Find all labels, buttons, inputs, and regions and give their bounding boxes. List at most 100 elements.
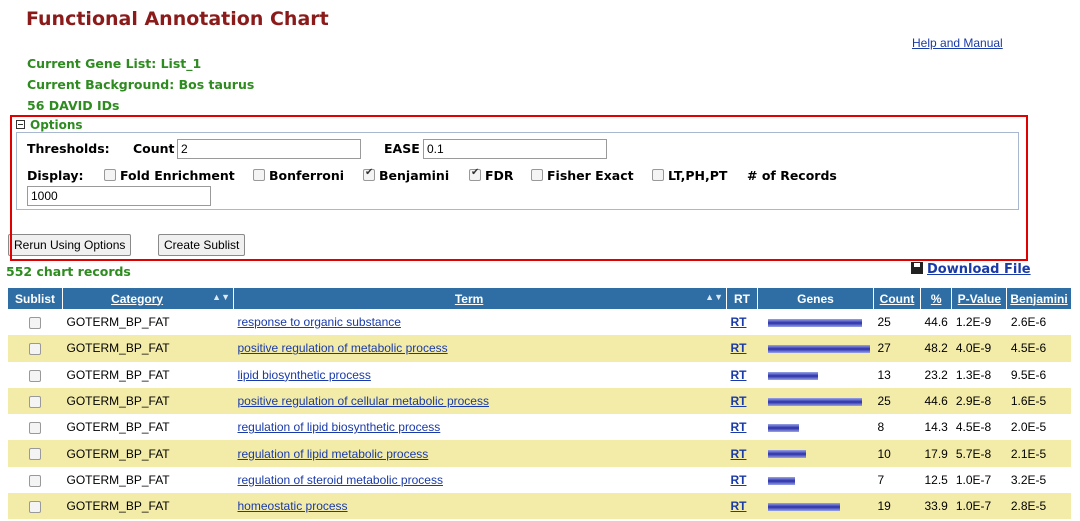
- fold-enrichment-label: Fold Enrichment: [120, 168, 235, 183]
- row-select-checkbox[interactable]: [29, 474, 42, 487]
- row-benjamini: 2.6E-6: [1010, 315, 1047, 330]
- genes-bar[interactable]: [767, 371, 818, 380]
- header-count[interactable]: Count: [873, 288, 921, 309]
- row-percent: 44.6: [924, 315, 948, 330]
- row-count: 27: [873, 335, 921, 362]
- benjamini-checkbox[interactable]: [363, 167, 375, 181]
- header-percent[interactable]: %: [920, 288, 953, 309]
- download-file-link[interactable]: Download File: [911, 262, 1031, 277]
- header-term[interactable]: Term ▲▼: [233, 288, 727, 309]
- term-link[interactable]: positive regulation of metabolic process: [238, 341, 448, 355]
- term-link[interactable]: regulation of steroid metabolic process: [238, 473, 443, 487]
- row-category: GOTERM_BP_FAT: [62, 335, 234, 362]
- row-count: 19: [873, 493, 921, 520]
- row-percent: 33.9: [920, 493, 952, 520]
- row-pvalue: 2.9E-8: [951, 387, 1007, 415]
- page-title: Functional Annotation Chart: [26, 8, 329, 30]
- count-threshold-input[interactable]: [177, 139, 361, 159]
- row-benjamini: 2.8E-5: [1006, 493, 1072, 520]
- row-count: 13: [877, 367, 891, 382]
- row-select-checkbox[interactable]: [29, 343, 42, 356]
- term-link[interactable]: response to organic substance: [238, 315, 401, 329]
- genes-bar[interactable]: [767, 424, 799, 433]
- genes-bar[interactable]: [767, 503, 840, 512]
- row-category: GOTERM_BP_FAT: [62, 387, 234, 415]
- row-category: GOTERM_BP_FAT: [66, 367, 170, 382]
- term-link[interactable]: homeostatic process: [238, 499, 348, 513]
- row-count: 10: [873, 440, 921, 467]
- rt-link[interactable]: RT: [731, 315, 747, 329]
- row-pvalue: 4.5E-8: [955, 420, 992, 435]
- rt-link[interactable]: RT: [731, 341, 747, 355]
- ease-threshold-input[interactable]: [423, 139, 607, 159]
- row-percent: 48.2: [920, 335, 952, 362]
- header-genes: Genes: [757, 288, 874, 309]
- row-select-checkbox[interactable]: [29, 395, 42, 408]
- term-link[interactable]: regulation of lipid biosynthetic process: [238, 420, 441, 434]
- bonferroni-checkbox[interactable]: [253, 169, 265, 181]
- genes-bar[interactable]: [767, 450, 806, 459]
- current-gene-list: Current Gene List: List_1: [27, 56, 202, 71]
- table-row: GOTERM_BP_FAT lipid biosynthetic process…: [8, 362, 1071, 388]
- term-link[interactable]: positive regulation of cellular metaboli…: [238, 394, 489, 408]
- rt-link[interactable]: RT: [731, 499, 747, 513]
- row-pvalue: 1.3E-8: [955, 367, 992, 382]
- rt-link[interactable]: RT: [731, 473, 747, 487]
- row-pvalue: 1.0E-7: [955, 472, 992, 487]
- display-label: Display:: [27, 168, 84, 183]
- row-benjamini: 2.1E-5: [1006, 440, 1072, 467]
- row-count: 25: [873, 387, 921, 415]
- header-sublist: Sublist: [8, 288, 63, 309]
- sort-arrows-icon[interactable]: ▲▼: [705, 292, 723, 302]
- fold-enrichment-checkbox[interactable]: [104, 169, 116, 181]
- header-category[interactable]: Category ▲▼: [62, 288, 234, 309]
- row-pvalue: 4.0E-9: [951, 335, 1007, 362]
- row-pvalue: 1.2E-9: [955, 315, 992, 330]
- genes-bar[interactable]: [767, 318, 862, 327]
- rt-link[interactable]: RT: [731, 368, 747, 382]
- records-number-label: # of Records: [747, 168, 837, 183]
- row-benjamini: 3.2E-5: [1010, 472, 1047, 487]
- row-category: GOTERM_BP_FAT: [66, 315, 170, 330]
- records-number-input[interactable]: [27, 186, 211, 206]
- collapse-minus-icon[interactable]: [16, 120, 25, 129]
- row-percent: 44.6: [920, 387, 952, 415]
- rt-link[interactable]: RT: [731, 394, 747, 408]
- fisher-exact-checkbox[interactable]: [531, 169, 543, 181]
- row-percent: 12.5: [924, 472, 948, 487]
- header-pvalue[interactable]: P-Value: [951, 288, 1008, 309]
- row-select-checkbox[interactable]: [29, 369, 42, 382]
- genes-bar[interactable]: [767, 476, 795, 485]
- sort-arrows-icon[interactable]: ▲▼: [212, 292, 230, 302]
- help-manual-link[interactable]: Help and Manual: [912, 36, 1003, 50]
- rt-link[interactable]: RT: [731, 420, 747, 434]
- row-select-checkbox[interactable]: [29, 422, 42, 435]
- header-rt: RT: [726, 288, 758, 309]
- table-row: GOTERM_BP_FAT regulation of steroid meta…: [8, 467, 1071, 493]
- table-row: GOTERM_BP_FAT response to organic substa…: [8, 309, 1071, 335]
- row-category: GOTERM_BP_FAT: [62, 493, 234, 520]
- fdr-checkbox[interactable]: [469, 167, 481, 181]
- term-link[interactable]: lipid biosynthetic process: [238, 368, 371, 382]
- lt-ph-pt-checkbox[interactable]: [652, 169, 664, 181]
- lt-ph-pt-label: LT,PH,PT: [668, 168, 728, 183]
- row-pvalue: 5.7E-8: [951, 440, 1007, 467]
- row-benjamini: 2.0E-5: [1010, 420, 1047, 435]
- row-count: 8: [877, 420, 885, 435]
- rt-link[interactable]: RT: [731, 447, 747, 461]
- row-pvalue: 1.0E-7: [951, 493, 1007, 520]
- results-table: Sublist Category ▲▼ Term ▲▼ RT Genes Count…: [8, 288, 1072, 520]
- row-select-checkbox[interactable]: [29, 448, 42, 461]
- thresholds-label: Thresholds:: [27, 141, 110, 156]
- term-link[interactable]: regulation of lipid metabolic process: [238, 447, 429, 461]
- row-select-checkbox[interactable]: [29, 316, 42, 329]
- row-category: GOTERM_BP_FAT: [62, 440, 234, 467]
- genes-bar[interactable]: [767, 345, 870, 354]
- count-label: Count: [133, 141, 175, 156]
- create-sublist-button[interactable]: Create Sublist: [158, 234, 246, 256]
- rerun-options-button[interactable]: Rerun Using Options: [8, 234, 132, 256]
- options-legend[interactable]: Options: [16, 118, 86, 132]
- header-benjamini[interactable]: Benjamini: [1006, 288, 1072, 309]
- genes-bar[interactable]: [767, 397, 862, 406]
- row-select-checkbox[interactable]: [29, 501, 42, 514]
